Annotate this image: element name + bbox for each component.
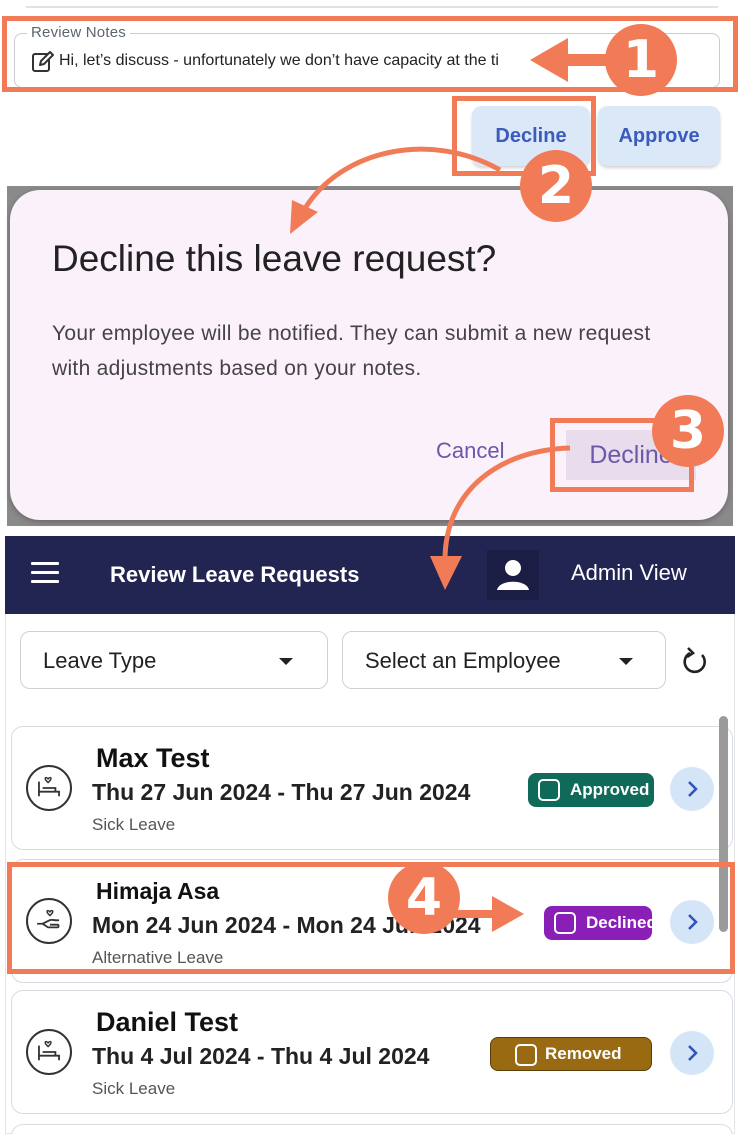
employee-select[interactable]: Select an Employee — [342, 631, 666, 689]
sick-leave-icon — [26, 1029, 72, 1075]
chevron-down-icon — [279, 658, 293, 665]
open-request-button[interactable] — [670, 767, 714, 811]
page-title: Review Leave Requests — [110, 562, 360, 587]
clipboard-x-icon — [515, 1044, 537, 1066]
status-label: Removed — [545, 1044, 622, 1063]
leave-type-label: Leave Type — [43, 648, 157, 673]
leave-request-card[interactable] — [11, 1124, 733, 1134]
dialog-cancel-button[interactable]: Cancel — [436, 438, 504, 464]
step-marker: 2 — [520, 150, 592, 222]
chevron-right-icon — [688, 781, 698, 797]
employee-name: Max Test — [96, 743, 210, 773]
leave-dates: Thu 27 Jun 2024 - Thu 27 Jun 2024 — [92, 779, 471, 805]
leave-request-card[interactable]: Daniel Test Thu 4 Jul 2024 - Thu 4 Jul 2… — [11, 990, 733, 1114]
clipboard-check-icon — [538, 779, 560, 801]
employee-select-label: Select an Employee — [365, 648, 561, 673]
user-avatar-icon[interactable] — [487, 550, 539, 600]
step-marker: 3 — [652, 395, 724, 467]
sick-leave-icon — [26, 765, 72, 811]
step-marker: 4 — [388, 862, 460, 934]
role-label: Admin View — [571, 560, 687, 585]
leave-type-select[interactable]: Leave Type — [20, 631, 328, 689]
app-bar: Review Leave Requests Admin View — [5, 536, 735, 614]
hamburger-menu-icon[interactable] — [31, 562, 59, 586]
chevron-down-icon — [619, 658, 633, 665]
highlight-box — [7, 862, 735, 974]
status-badge: Removed — [490, 1037, 652, 1071]
refresh-icon[interactable] — [678, 646, 710, 678]
leave-type: Sick Leave — [92, 815, 176, 834]
chevron-right-icon — [688, 1045, 698, 1061]
leave-request-card[interactable]: Max Test Thu 27 Jun 2024 - Thu 27 Jun 20… — [11, 726, 733, 850]
leave-dates: Thu 4 Jul 2024 - Thu 4 Jul 2024 — [92, 1043, 430, 1069]
screenshot-composite: Review Notes Hi, let’s discuss - unfortu… — [0, 0, 740, 1134]
step-marker: 1 — [605, 24, 677, 96]
employee-name: Daniel Test — [96, 1007, 239, 1037]
divider — [26, 6, 718, 8]
leave-type: Sick Leave — [92, 1079, 176, 1098]
approve-button[interactable]: Approve — [598, 106, 720, 166]
open-request-button[interactable] — [670, 1031, 714, 1075]
status-label: Approved — [570, 780, 650, 799]
dialog-title: Decline this leave request? — [52, 238, 497, 279]
dialog-message: Your employee will be notified. They can… — [52, 322, 651, 380]
status-badge: Approved — [528, 773, 654, 807]
